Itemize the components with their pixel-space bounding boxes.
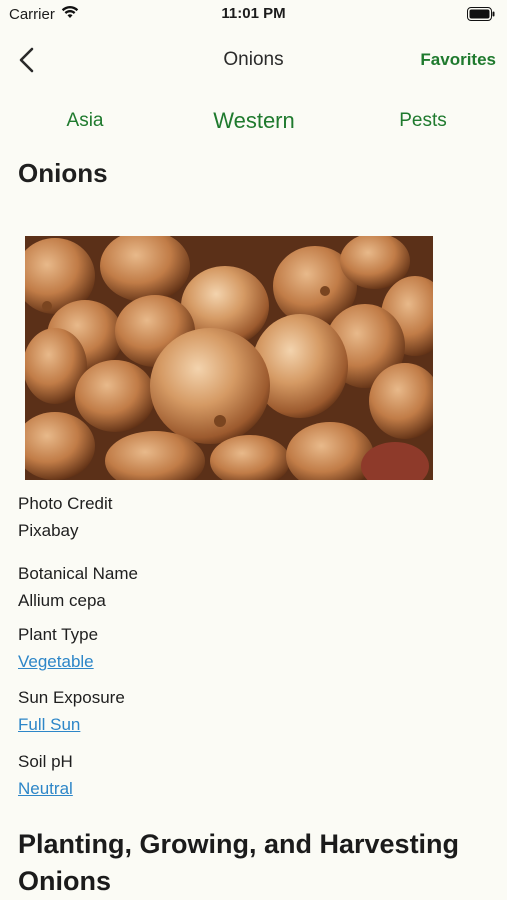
section-heading: Planting, Growing, and Harvesting Onions: [18, 829, 460, 896]
page-title: Onions: [18, 158, 108, 188]
sun-exposure-label: Sun Exposure: [18, 688, 125, 707]
botanical-name-value: Allium cepa: [18, 591, 106, 610]
tab-asia[interactable]: Asia: [40, 110, 130, 132]
botanical-name-label: Botanical Name: [18, 564, 139, 583]
favorites-button[interactable]: Favorites: [420, 50, 496, 70]
navigation-bar: Onions Favorites: [0, 38, 507, 82]
region-tabs: Asia Western Pests: [0, 100, 507, 150]
photo-credit-label: Photo Credit: [18, 494, 113, 513]
photo-credit-value: Pixabay: [18, 521, 79, 540]
battery-icon: [467, 7, 495, 25]
plant-type-label: Plant Type: [18, 625, 99, 644]
onion-photo-art: [25, 236, 433, 480]
status-time: 11:01 PM: [221, 5, 286, 22]
tab-pests[interactable]: Pests: [378, 110, 468, 132]
soil-ph-link[interactable]: Neutral: [18, 779, 73, 799]
tab-western[interactable]: Western: [194, 108, 314, 134]
sun-exposure-link[interactable]: Full Sun: [18, 715, 80, 735]
plant-type-link[interactable]: Vegetable: [18, 652, 94, 672]
onion-photo: [25, 236, 433, 480]
soil-ph-label: Soil pH: [18, 752, 73, 771]
status-bar: Carrier 11:01 PM: [0, 0, 507, 30]
